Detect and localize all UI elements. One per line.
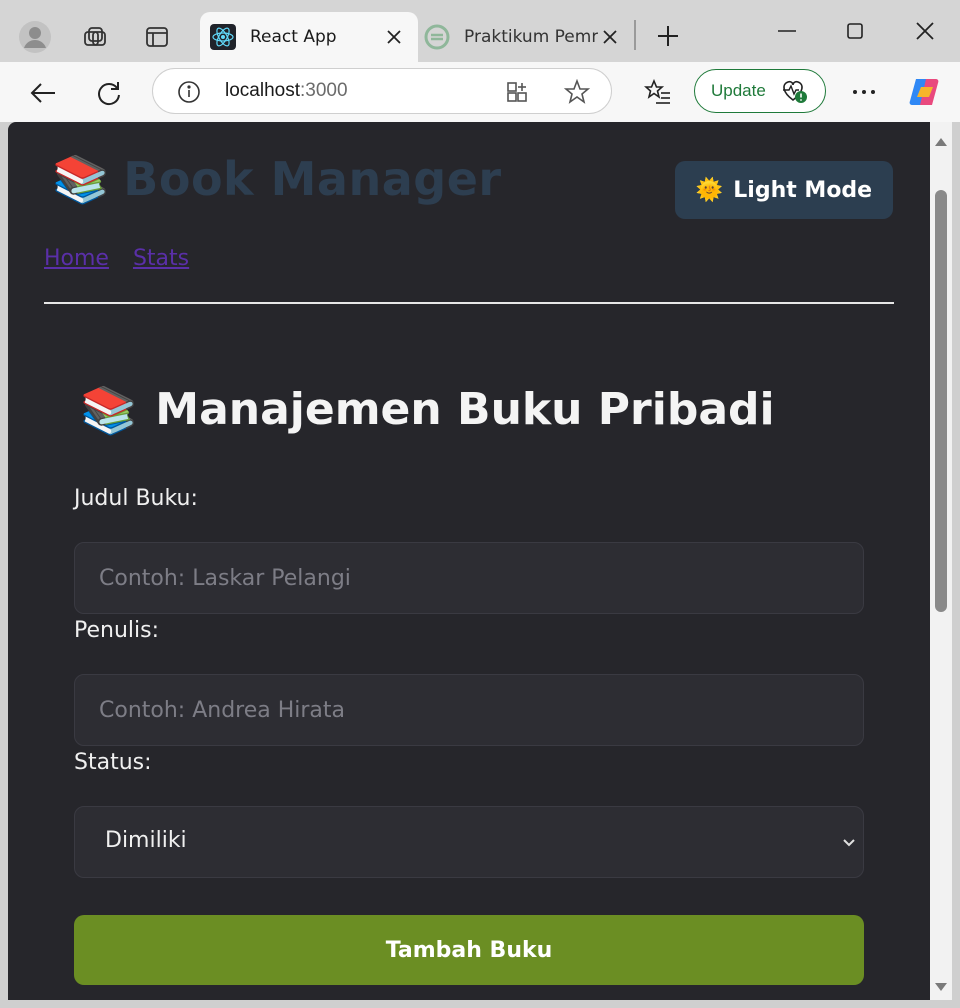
tab-separator (634, 20, 636, 50)
tab-praktikum[interactable]: Praktikum Pemr (418, 12, 628, 62)
tab-actions-icon[interactable] (142, 22, 172, 52)
author-label: Penulis: (74, 618, 160, 643)
light-mode-button[interactable]: 🌞 Light Mode (675, 161, 893, 219)
close-window-icon[interactable] (908, 16, 942, 46)
profile-avatar-icon[interactable] (16, 18, 54, 56)
books-emoji-icon: 📚 (80, 382, 138, 437)
favorite-star-icon[interactable] (563, 79, 591, 105)
more-menu-icon[interactable] (848, 76, 880, 108)
back-icon[interactable] (26, 76, 60, 110)
page-content: 📚 Book Manager 🌞 Light Mode Home Stats 📚… (8, 122, 930, 1000)
tab-title: React App (250, 27, 337, 47)
brand-title: Book Manager (123, 152, 502, 206)
refresh-icon[interactable] (92, 76, 126, 110)
main-nav: Home Stats (44, 246, 189, 271)
address-bar[interactable]: localhost:3000 (152, 68, 612, 114)
update-button[interactable]: Update (694, 69, 826, 113)
scroll-down-arrow-icon[interactable] (934, 977, 948, 996)
new-tab-icon[interactable] (652, 20, 684, 52)
status-label: Status: (74, 750, 152, 775)
browser-toolbar: localhost:3000 Update (0, 62, 960, 122)
copilot-icon[interactable] (906, 74, 942, 110)
scroll-thumb[interactable] (935, 190, 947, 612)
browser-tab-bar: React App Praktikum Pemr (0, 0, 960, 62)
site-logo-icon (424, 24, 450, 50)
brand[interactable]: 📚 Book Manager (52, 152, 502, 206)
books-emoji-icon: 📚 (52, 152, 110, 206)
url-port: :3000 (300, 80, 348, 101)
maximize-icon[interactable] (838, 16, 872, 46)
url-text[interactable]: localhost:3000 (225, 80, 348, 102)
site-info-icon[interactable] (175, 79, 203, 105)
page-title: Manajemen Buku Pribadi (155, 384, 775, 435)
page-heading: 📚 Manajemen Buku Pribadi (80, 384, 775, 435)
sun-emoji-icon: 🌞 (695, 177, 724, 203)
workspaces-icon[interactable] (80, 22, 110, 52)
nav-divider (44, 302, 894, 304)
status-selected-value: Dimiliki (105, 828, 187, 853)
minimize-icon[interactable] (770, 16, 804, 46)
react-logo-icon (210, 24, 236, 50)
add-book-button[interactable]: Tambah Buku (74, 915, 864, 985)
favorites-list-icon[interactable] (642, 76, 674, 108)
page-scrollbar[interactable] (930, 122, 952, 1000)
update-label: Update (711, 81, 766, 100)
title-label: Judul Buku: (74, 486, 198, 511)
app-available-icon[interactable] (503, 79, 531, 105)
author-field[interactable] (74, 674, 864, 746)
tab-title: Praktikum Pemr (464, 27, 598, 47)
author-input[interactable] (75, 675, 863, 745)
health-alert-icon (780, 78, 808, 104)
light-mode-label: Light Mode (733, 177, 873, 203)
status-select[interactable]: Dimiliki (74, 806, 864, 878)
close-tab-icon[interactable] (598, 25, 622, 49)
scroll-up-arrow-icon[interactable] (934, 132, 948, 151)
title-field[interactable] (74, 542, 864, 614)
nav-link-home[interactable]: Home (44, 246, 109, 271)
close-tab-icon[interactable] (382, 25, 406, 49)
url-host: localhost (225, 80, 300, 101)
nav-link-stats[interactable]: Stats (133, 246, 189, 271)
title-input[interactable] (75, 543, 863, 613)
chevron-down-icon (841, 834, 857, 853)
tab-react-app[interactable]: React App (200, 12, 418, 62)
